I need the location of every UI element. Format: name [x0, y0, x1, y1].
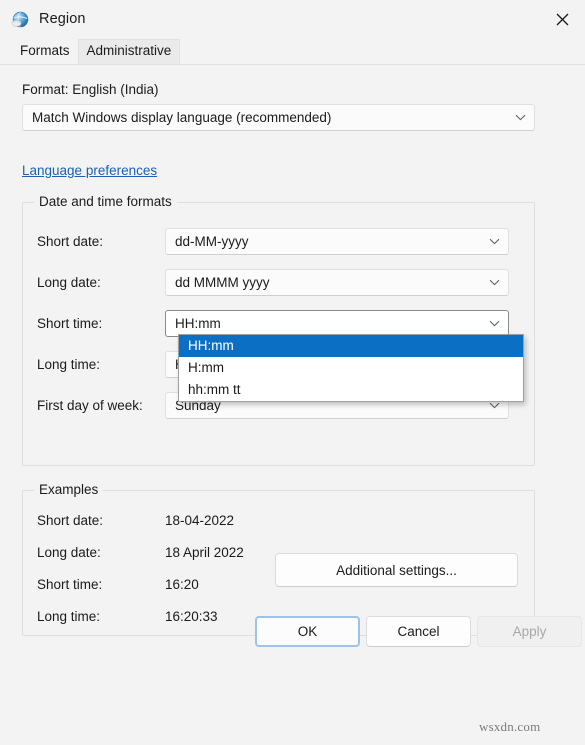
cancel-button[interactable]: Cancel [366, 616, 471, 647]
long-date-label: Long date: [37, 275, 101, 290]
date-time-formats-group: Date and time formats Short date: dd-MM-… [22, 194, 535, 466]
dropdown-option-h-mm[interactable]: H:mm [179, 357, 523, 379]
apply-label: Apply [512, 624, 547, 639]
short-date-value: dd-MM-yyyy [175, 234, 249, 249]
tab-administrative-label: Administrative [86, 43, 172, 58]
examples-title: Examples [34, 482, 104, 497]
apply-button: Apply [477, 616, 582, 647]
row-long-date: Long date: dd MMMM yyyy [23, 269, 534, 296]
example-short-date-value: 18-04-2022 [165, 513, 235, 528]
first-day-of-week-label: First day of week: [37, 398, 143, 413]
example-short-time-label: Short time: [37, 577, 103, 592]
short-date-label: Short date: [37, 234, 104, 249]
chevron-down-icon [515, 105, 526, 130]
ok-label: OK [297, 624, 318, 639]
row-short-date: Short date: dd-MM-yyyy [23, 228, 534, 255]
window-title: Region [39, 11, 86, 27]
long-date-combobox[interactable]: dd MMMM yyyy [165, 269, 509, 296]
language-preferences-link[interactable]: Language preferences [22, 163, 157, 178]
short-time-dropdown-list[interactable]: HH:mm H:mm hh:mm tt [178, 334, 524, 402]
dropdown-option-hh-mm-tt[interactable]: hh:mm tt [179, 379, 523, 401]
format-label: Format: English (India) [22, 82, 159, 97]
chevron-down-icon [489, 311, 500, 336]
date-time-formats-title: Date and time formats [34, 194, 177, 209]
tab-administrative[interactable]: Administrative [77, 39, 181, 64]
close-icon[interactable] [539, 0, 585, 38]
tab-formats[interactable]: Formats [12, 40, 78, 64]
example-short-date-label: Short date: [37, 513, 104, 528]
tab-strip: Formats Administrative [0, 38, 585, 64]
short-time-value: HH:mm [175, 316, 221, 331]
globe-icon [10, 10, 30, 30]
chevron-down-icon [489, 229, 500, 254]
cancel-label: Cancel [397, 624, 440, 639]
short-time-combobox[interactable]: HH:mm [165, 310, 509, 337]
example-long-date-value: 18 April 2022 [165, 545, 244, 560]
row-short-time: Short time: HH:mm [23, 310, 534, 337]
long-time-label: Long time: [37, 357, 101, 372]
dropdown-option-hh-mm[interactable]: HH:mm [179, 335, 523, 357]
long-date-value: dd MMMM yyyy [175, 275, 270, 290]
example-short-time-value: 16:20 [165, 577, 199, 592]
additional-settings-button[interactable]: Additional settings... [275, 553, 518, 587]
ok-button[interactable]: OK [255, 616, 360, 647]
format-language-combobox[interactable]: Match Windows display language (recommen… [22, 104, 535, 131]
formats-panel: Format: English (India) Match Windows di… [0, 64, 585, 745]
watermark: wsxdn.com [479, 719, 541, 734]
short-date-combobox[interactable]: dd-MM-yyyy [165, 228, 509, 255]
chevron-down-icon [489, 270, 500, 295]
short-time-label: Short time: [37, 316, 103, 331]
tab-formats-label: Formats [20, 43, 70, 58]
title-bar: Region [0, 0, 585, 38]
example-row-short-date: Short date: 18-04-2022 [23, 507, 534, 534]
format-language-value: Match Windows display language (recommen… [32, 110, 332, 125]
additional-settings-label: Additional settings... [336, 562, 457, 578]
dialog-footer: OK Cancel Apply [0, 606, 585, 656]
example-long-date-label: Long date: [37, 545, 101, 560]
